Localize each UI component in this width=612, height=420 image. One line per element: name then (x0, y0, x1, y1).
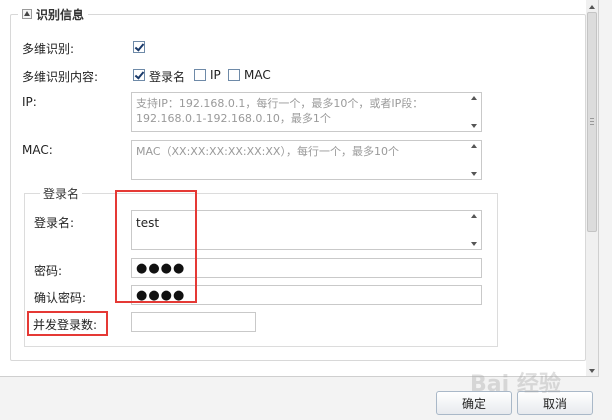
panel-scrollbar[interactable] (586, 0, 598, 376)
mac-textarea[interactable]: MAC（XX:XX:XX:XX:XX:XX），每行一个，最多10个 (131, 140, 482, 180)
multi-auth-label: 多维识别: (22, 42, 75, 56)
multi-auth-checkbox[interactable] (133, 41, 145, 53)
scroll-down-icon[interactable] (589, 369, 595, 373)
ip-textarea[interactable]: 支持IP：192.168.0.1，每行一个，最多10个，或者IP段： 192.1… (131, 92, 482, 132)
section-title: 识别信息 (36, 7, 85, 22)
option-ip-label: IP (210, 68, 221, 82)
mac-textarea-scrollbar[interactable] (467, 141, 481, 179)
watermark: Bai 经验 (470, 372, 561, 397)
scroll-down-icon[interactable] (471, 172, 477, 176)
scroll-up-icon[interactable] (471, 214, 477, 218)
highlight-box-credentials (115, 190, 197, 303)
option-mac-checkbox[interactable] (228, 69, 240, 81)
option-login-checkbox[interactable] (133, 69, 145, 81)
section-header: 识别信息 (18, 6, 89, 22)
dialog-panel: 识别信息 多维识别: 多维识别内容: 登录名 IP MAC IP: 支持IP：1… (0, 0, 599, 377)
grip-line (590, 124, 594, 125)
ip-label: IP: (22, 95, 37, 109)
ip-placeholder: 支持IP：192.168.0.1，每行一个，最多10个，或者IP段： 192.1… (136, 97, 424, 125)
scroll-up-icon[interactable] (471, 96, 477, 100)
concurrent-login-input[interactable] (131, 312, 256, 332)
grip-line (590, 121, 594, 122)
option-ip-checkbox[interactable] (194, 69, 206, 81)
grip-line (590, 118, 594, 119)
option-mac-label: MAC (244, 68, 271, 82)
password-label: 密码: (34, 264, 63, 278)
scroll-up-icon[interactable] (471, 144, 477, 148)
username-textarea-scrollbar[interactable] (467, 211, 481, 249)
ip-textarea-scrollbar[interactable] (467, 93, 481, 131)
mac-label: MAC: (22, 143, 53, 157)
collapse-icon[interactable] (22, 9, 32, 19)
username-label: 登录名: (34, 216, 75, 230)
highlight-box-concurrent (27, 311, 108, 336)
mac-placeholder: MAC（XX:XX:XX:XX:XX:XX），每行一个，最多10个 (136, 145, 399, 158)
scroll-up-icon[interactable] (589, 5, 595, 9)
multi-content-label: 多维识别内容: (22, 70, 99, 84)
confirm-password-label: 确认密码: (34, 291, 87, 305)
scrollbar-thumb[interactable] (587, 12, 597, 232)
scroll-down-icon[interactable] (471, 242, 477, 246)
login-group-title: 登录名 (40, 185, 83, 202)
scroll-down-icon[interactable] (471, 124, 477, 128)
option-login-label: 登录名 (149, 70, 186, 84)
